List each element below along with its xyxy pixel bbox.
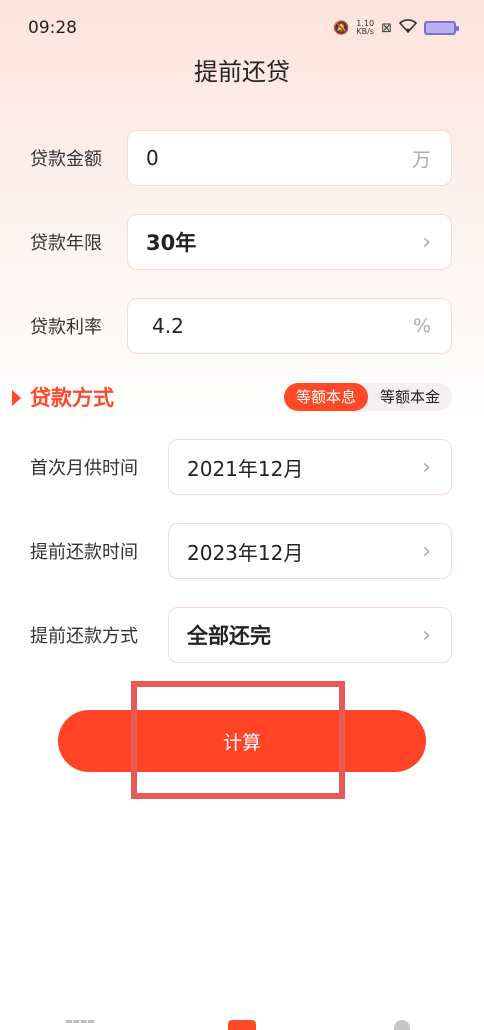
bell-off-icon: 🔕 <box>333 20 350 36</box>
first-payment-value: 2021年12月 <box>187 456 304 481</box>
prepay-method-label: 提前还款方式 <box>30 626 138 647</box>
section-marker-icon <box>12 390 21 406</box>
loan-rate-unit: % <box>412 315 431 337</box>
loan-term-label: 贷款年限 <box>30 233 102 254</box>
loan-method-label: 贷款方式 <box>30 386 114 410</box>
loan-method-toggle: 等额本息 等额本金 <box>283 383 452 411</box>
loan-term-value: 30年 <box>146 231 197 255</box>
wifi-icon <box>398 19 418 37</box>
loan-amount-label: 贷款金额 <box>30 149 102 170</box>
first-payment-select[interactable]: 2021年12月 › <box>168 439 452 495</box>
net-speed: 1.10 KB/s <box>356 20 374 36</box>
prepay-method-select[interactable]: 全部还完 › <box>168 607 452 663</box>
row-prepay-time: 提前还款时间 2023年12月 › <box>0 523 484 579</box>
user-tab-icon[interactable] <box>394 1020 410 1030</box>
battery-icon <box>424 21 459 35</box>
chevron-right-icon: › <box>422 229 431 255</box>
calculate-button[interactable]: 计算 <box>58 710 426 772</box>
loan-method-section: 贷款方式 等额本息 等额本金 <box>0 378 484 418</box>
loan-amount-value: 0 <box>146 146 159 170</box>
status-bar: 09:28 🔕 1.10 KB/s ⊠ <box>0 0 484 56</box>
chevron-right-icon: › <box>422 622 431 648</box>
prepay-time-label: 提前还款时间 <box>30 542 138 563</box>
loan-rate-label: 贷款利率 <box>30 317 102 338</box>
status-time: 09:28 <box>28 18 77 38</box>
row-loan-term: 贷款年限 30年 › <box>0 214 484 270</box>
prepay-method-value: 全部还完 <box>187 624 271 648</box>
net-speed-unit: KB/s <box>356 27 374 36</box>
row-prepay-method: 提前还款方式 全部还完 › <box>0 607 484 663</box>
toggle-equal-principal[interactable]: 等额本金 <box>368 383 452 411</box>
loan-rate-input[interactable]: 4.2 % <box>127 298 452 354</box>
chevron-right-icon: › <box>422 454 431 480</box>
page-title: 提前还贷 <box>194 58 290 86</box>
loan-rate-value: 4.2 <box>152 314 184 338</box>
prepay-time-value: 2023年12月 <box>187 540 304 565</box>
row-loan-rate: 贷款利率 4.2 % <box>0 298 484 354</box>
bottom-tab-bar <box>0 1018 484 1030</box>
loan-amount-unit: 万 <box>411 148 431 171</box>
calculator-tab-icon[interactable] <box>66 1020 94 1030</box>
prepay-time-select[interactable]: 2023年12月 › <box>168 523 452 579</box>
loan-amount-input[interactable]: 0 万 <box>127 130 452 186</box>
status-icons: 🔕 1.10 KB/s ⊠ <box>333 19 459 37</box>
toggle-equal-installment[interactable]: 等额本息 <box>283 383 368 411</box>
row-first-payment: 首次月供时间 2021年12月 › <box>0 439 484 495</box>
home-tab-icon[interactable] <box>228 1020 256 1030</box>
first-payment-label: 首次月供时间 <box>30 458 138 479</box>
loan-term-select[interactable]: 30年 › <box>127 214 452 270</box>
chevron-right-icon: › <box>422 538 431 564</box>
row-loan-amount: 贷款金额 0 万 <box>0 130 484 186</box>
sim-icon: ⊠ <box>381 20 392 36</box>
